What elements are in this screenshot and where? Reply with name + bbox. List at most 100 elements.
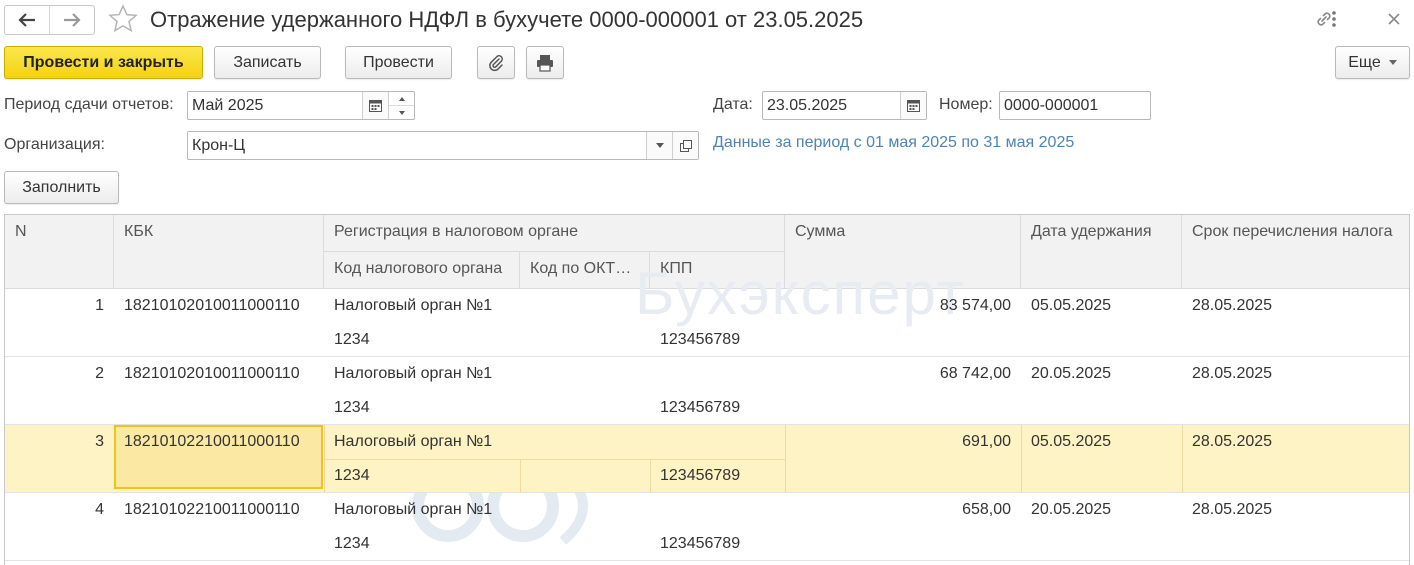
date-value: 23.05.2025 <box>767 96 848 114</box>
period-spinner[interactable] <box>388 92 414 119</box>
row-transfer-date: 28.05.2025 <box>1192 365 1273 382</box>
paperclip-icon <box>489 54 503 71</box>
number-field[interactable]: 0000-000001 <box>999 91 1151 120</box>
table-row[interactable]: 1 18210102010011000110 Налоговый орган №… <box>5 289 1409 357</box>
spin-up-button[interactable] <box>389 92 414 105</box>
row-withhold-date: 20.05.2025 <box>1031 365 1112 382</box>
cell-divider <box>1021 425 1022 493</box>
date-label: Дата: <box>713 96 753 113</box>
header-kpp[interactable]: КПП <box>650 252 785 289</box>
organization-label: Организация: <box>4 136 105 153</box>
number-value: 0000-000001 <box>1004 96 1099 114</box>
row-registration: Налоговый орган №1 <box>334 365 493 382</box>
row-kbk: 18210102010011000110 <box>124 297 300 314</box>
print-button[interactable] <box>526 46 564 79</box>
forward-button[interactable] <box>49 6 94 34</box>
table-row[interactable]: 4 18210102210011000110 Налоговый орган №… <box>5 493 1409 561</box>
date-field[interactable]: 23.05.2025 <box>762 91 927 120</box>
organization-dropdown-button[interactable] <box>646 132 672 159</box>
row-transfer-date: 28.05.2025 <box>1192 433 1273 450</box>
row-sum: 68 742,00 <box>939 365 1011 382</box>
star-icon <box>108 4 138 33</box>
attach-button[interactable] <box>477 46 515 79</box>
close-button[interactable] <box>1383 8 1405 30</box>
back-arrow-icon <box>18 13 35 27</box>
more-vertical-icon <box>1332 11 1336 27</box>
row-kpp: 123456789 <box>660 399 741 416</box>
printer-icon <box>537 54 553 72</box>
header-sum[interactable]: Сумма <box>785 215 1021 289</box>
row-sum: 83 574,00 <box>939 297 1011 314</box>
table-row-selected[interactable]: 3 18210102210011000110 Налоговый орган №… <box>5 425 1409 493</box>
period-label: Период сдачи отчетов: <box>4 96 174 113</box>
cell-divider <box>650 459 651 493</box>
header-n[interactable]: N <box>5 215 114 289</box>
row-registration: Налоговый орган №1 <box>334 297 493 314</box>
navigation-buttons <box>4 5 95 35</box>
more-menu-button[interactable]: Еще <box>1335 46 1410 79</box>
spin-down-button[interactable] <box>389 105 414 119</box>
chevron-down-icon <box>398 110 405 115</box>
header-tax-code[interactable]: Код налогового органа <box>324 252 520 289</box>
row-sum: 658,00 <box>962 501 1011 518</box>
row-registration: Налоговый орган №1 <box>334 501 493 518</box>
favorite-button[interactable] <box>108 4 138 34</box>
row-transfer-date: 28.05.2025 <box>1192 297 1273 314</box>
row-withhold-date: 05.05.2025 <box>1031 433 1112 450</box>
period-value: Май 2025 <box>192 96 264 114</box>
date-calendar-button[interactable] <box>900 92 926 119</box>
header-withhold-date[interactable]: Дата удержания <box>1021 215 1182 289</box>
period-field[interactable]: Май 2025 <box>187 91 415 120</box>
page-title: Отражение удержанного НДФЛ в бухучете 00… <box>150 7 864 32</box>
cell-divider <box>1182 425 1183 493</box>
organization-value: Крон-Ц <box>192 136 246 154</box>
row-n: 3 <box>95 433 104 450</box>
table-row[interactable]: 2 18210102010011000110 Налоговый орган №… <box>5 357 1409 425</box>
chevron-down-icon <box>655 143 664 148</box>
cell-divider <box>520 459 521 493</box>
save-button[interactable]: Записать <box>214 46 321 79</box>
row-tax-code: 1234 <box>334 467 370 484</box>
cell-divider <box>324 459 785 460</box>
close-icon <box>1388 13 1400 25</box>
forward-arrow-icon <box>64 13 81 27</box>
open-form-icon <box>679 139 692 152</box>
row-tax-code: 1234 <box>334 535 370 552</box>
header-transfer-date[interactable]: Срок перечисления налога <box>1182 215 1409 289</box>
calendar-icon <box>369 100 382 112</box>
row-n: 2 <box>95 365 104 382</box>
tax-table: N КБК Регистрация в налоговом органе Код… <box>4 214 1410 565</box>
header-kbk[interactable]: КБК <box>114 215 324 289</box>
more-menu-label: Еще <box>1348 53 1381 71</box>
row-withhold-date: 05.05.2025 <box>1031 297 1112 314</box>
row-kpp: 123456789 <box>660 331 741 348</box>
post-and-close-button[interactable]: Провести и закрыть <box>4 46 203 79</box>
period-calendar-button[interactable] <box>362 92 388 119</box>
row-n: 4 <box>95 501 104 518</box>
fill-button[interactable]: Заполнить <box>4 171 119 204</box>
calendar-icon <box>907 100 920 112</box>
row-kpp: 123456789 <box>660 535 741 552</box>
back-button[interactable] <box>5 6 49 34</box>
header-registration[interactable]: Регистрация в налоговом органе <box>324 215 785 252</box>
row-tax-code: 1234 <box>334 399 370 416</box>
organization-field[interactable]: Крон-Ц <box>187 131 699 160</box>
row-registration: Налоговый орган №1 <box>334 433 493 450</box>
row-sum: 691,00 <box>962 433 1011 450</box>
chevron-up-icon <box>398 96 405 101</box>
post-button[interactable]: Провести <box>345 46 452 79</box>
organization-open-button[interactable] <box>672 132 698 159</box>
row-n: 1 <box>95 297 104 314</box>
row-kpp: 123456789 <box>660 467 741 484</box>
more-actions-button[interactable] <box>1323 8 1345 30</box>
row-tax-code: 1234 <box>334 331 370 348</box>
header-oktmo[interactable]: Код по ОКТ… <box>520 252 650 289</box>
period-info-text: Данные за период с 01 мая 2025 по 31 мая… <box>713 134 1075 151</box>
row-kbk: 18210102210011000110 <box>124 433 300 450</box>
chevron-down-icon <box>1388 60 1397 65</box>
row-withhold-date: 20.05.2025 <box>1031 501 1112 518</box>
row-kbk: 18210102210011000110 <box>124 501 300 518</box>
row-kbk: 18210102010011000110 <box>124 365 300 382</box>
row-transfer-date: 28.05.2025 <box>1192 501 1273 518</box>
number-label: Номер: <box>939 96 993 113</box>
